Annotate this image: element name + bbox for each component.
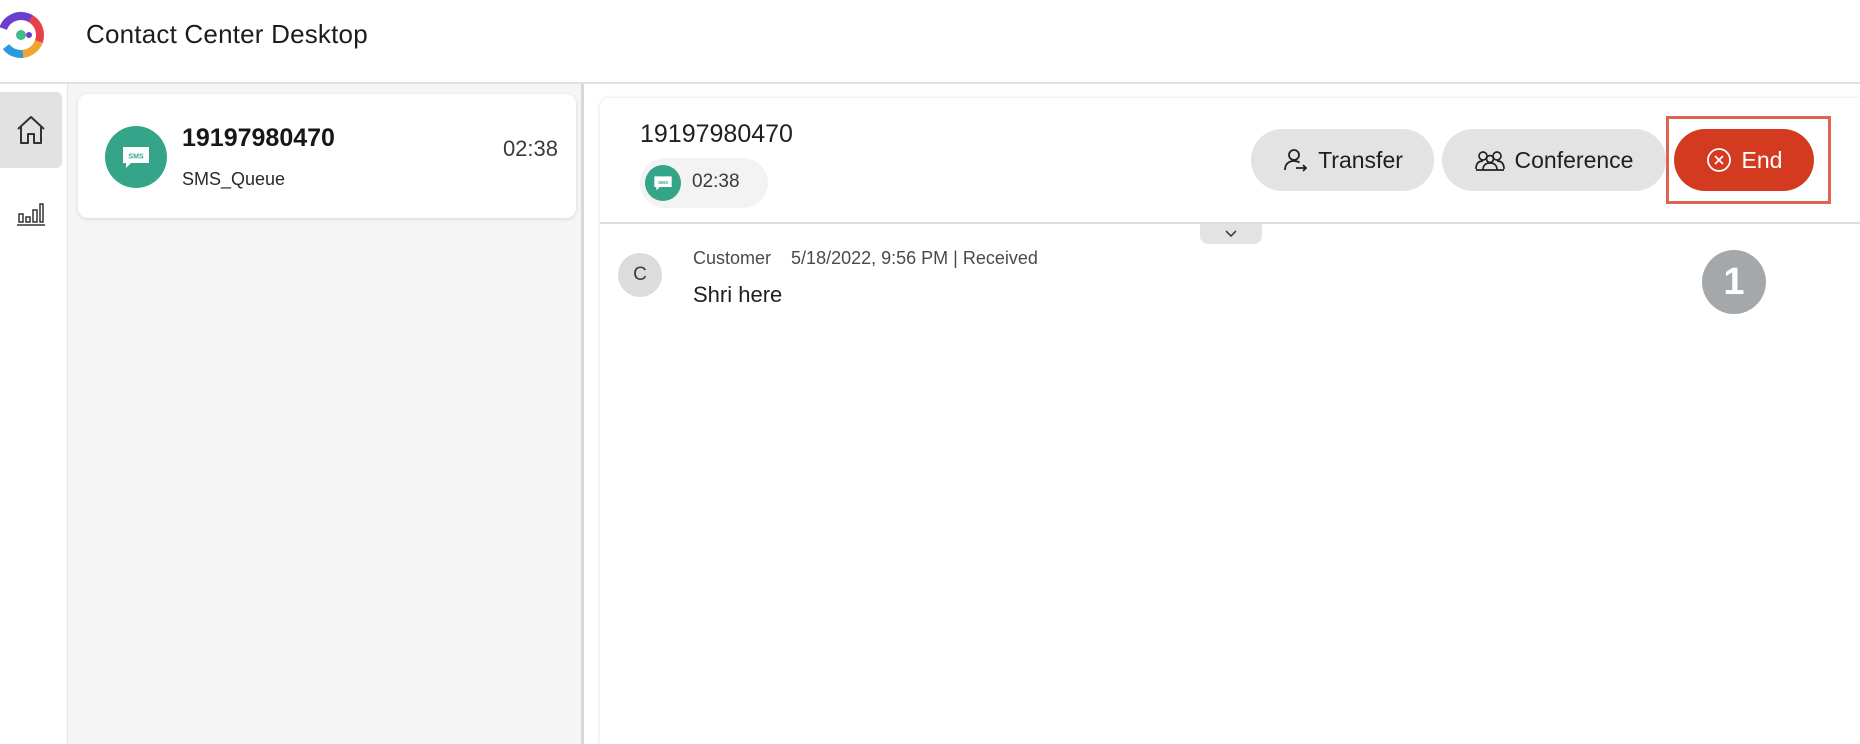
message-timestamp: 5/18/2022, 9:56 PM (791, 248, 949, 268)
customer-avatar-letter: C (633, 264, 647, 285)
chevron-down-icon (1225, 230, 1237, 238)
interaction-panel: 19197980470 SMS 02:38 Transfer Conferenc… (600, 98, 1860, 744)
task-queue-name: SMS_Queue (182, 169, 286, 189)
top-bar: Contact Center Desktop (0, 0, 1860, 84)
task-list: SMS 19197980470 SMS_Queue 02:38 (68, 84, 584, 744)
customer-avatar: C (618, 253, 662, 297)
app-logo-icon (0, 11, 44, 58)
end-button-label: End (1741, 146, 1783, 173)
transfer-icon (1284, 149, 1308, 172)
transfer-button-label: Transfer (1318, 146, 1403, 173)
message-status: Received (962, 248, 1038, 268)
app-title: Contact Center Desktop (86, 19, 368, 49)
end-button[interactable]: End (1674, 129, 1814, 191)
svg-text:SMS: SMS (658, 180, 668, 185)
bar-chart-icon (17, 203, 45, 226)
collapse-header-toggle[interactable] (1200, 224, 1262, 244)
interaction-timer: SMS 02:38 (640, 158, 768, 208)
sms-icon: SMS (123, 147, 149, 168)
message-sender: Customer (693, 248, 772, 268)
nav-statistics-button[interactable] (0, 186, 62, 238)
interaction-header: 19197980470 SMS 02:38 Transfer Conferenc… (600, 98, 1860, 224)
message-text: Shri here (693, 282, 783, 307)
conference-button-label: Conference (1514, 146, 1634, 173)
nav-home-button[interactable] (0, 92, 62, 168)
task-card[interactable]: SMS 19197980470 SMS_Queue 02:38 (78, 94, 576, 218)
interaction-timer-text: 02:38 (692, 171, 740, 192)
conference-icon (1474, 151, 1505, 171)
left-nav (0, 84, 68, 744)
sms-icon: SMS (645, 165, 681, 201)
svg-text:SMS: SMS (128, 154, 144, 161)
close-circle-icon (1706, 148, 1731, 172)
interaction-contact-number: 19197980470 (640, 120, 793, 148)
conference-button[interactable]: Conference (1442, 129, 1666, 191)
home-icon (17, 116, 45, 144)
sms-channel-avatar: SMS (105, 126, 167, 188)
task-contact-number: 19197980470 (182, 124, 335, 152)
message-meta: Customer 5/18/2022, 9:56 PM | Received (693, 248, 1038, 268)
task-elapsed-time: 02:38 (502, 136, 558, 161)
step-number-badge: 1 (1702, 250, 1766, 314)
transfer-button[interactable]: Transfer (1251, 129, 1434, 191)
